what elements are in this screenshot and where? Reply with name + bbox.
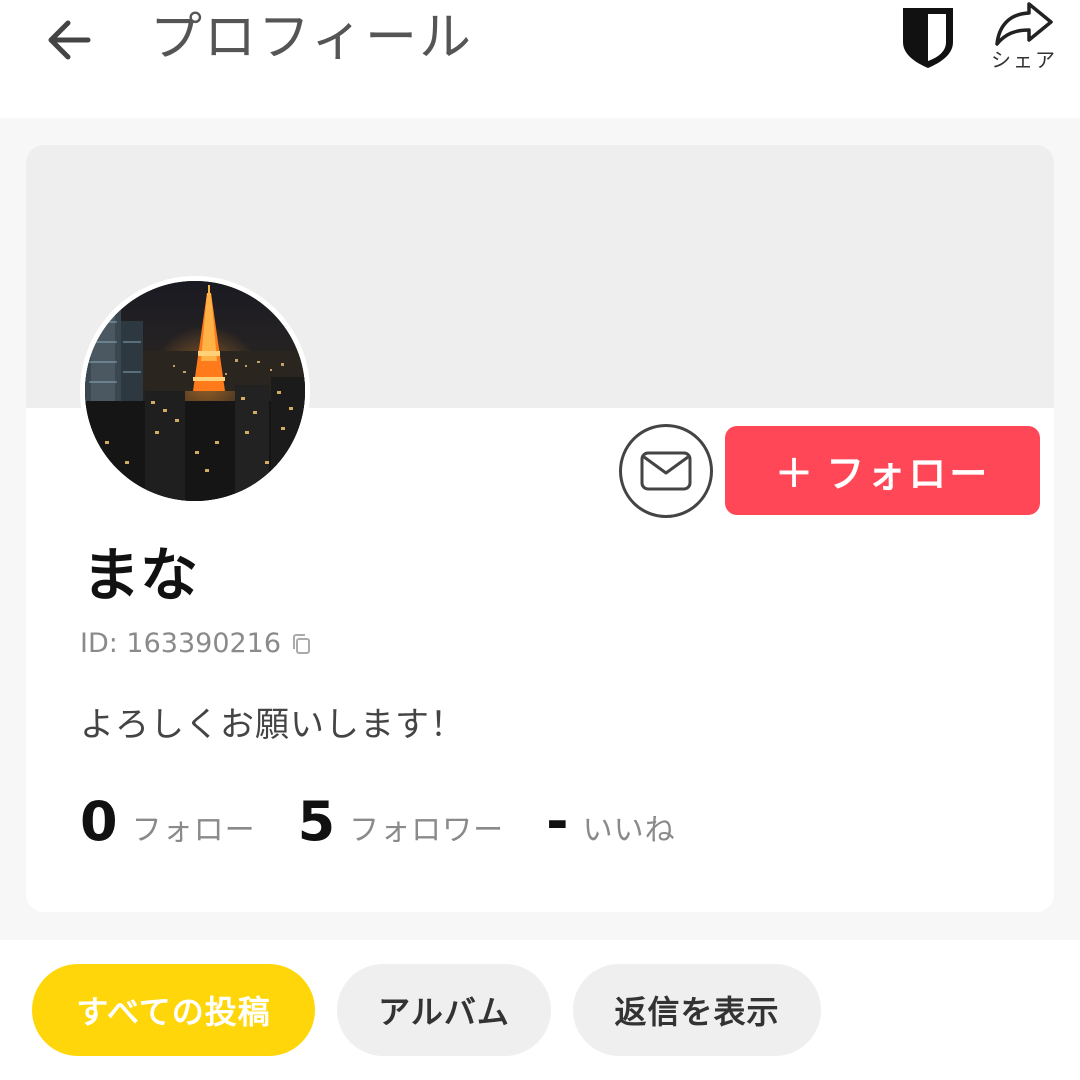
block-report-button[interactable] [898,2,958,70]
user-id: ID: 163390216 [80,628,282,659]
stat-likes-count: - [546,790,569,853]
share-label: シェア [991,48,1057,72]
follow-button-label: フォロー [826,452,991,496]
copy-icon [293,634,311,654]
stat-following-count: 0 [80,790,118,853]
post-filter-tabs: すべての投稿 アルバム 返信を表示 [32,964,843,1056]
stats-row: 0 フォロー 5 フォロワー - いいね [80,790,718,854]
follow-button[interactable]: + フォロー [725,426,1040,515]
page-title: プロフィール [150,8,473,68]
tab-all-posts[interactable]: すべての投稿 [32,964,315,1056]
back-button[interactable] [40,10,100,70]
stat-following[interactable]: 0 フォロー [80,790,256,854]
stat-followers-label: フォロワー [349,813,505,848]
tab-show-replies[interactable]: 返信を表示 [573,964,821,1056]
username: まな [82,541,199,609]
profile-card: + フォロー まな ID: 163390216 よろしくお願いします！ 0 フォ… [26,145,1054,912]
stat-likes[interactable]: - いいね [546,790,675,854]
avatar[interactable] [80,276,310,506]
stat-followers[interactable]: 5 フォロワー [298,790,505,854]
top-bar: プロフィール シェア [0,0,1080,118]
message-button[interactable] [619,424,713,518]
stat-followers-count: 5 [297,790,336,853]
arrow-left-icon [48,20,91,60]
tokyo-tower-night-avatar [85,281,305,501]
plus-icon: + [774,443,817,498]
mail-icon [640,451,692,491]
user-id-row: ID: 163390216 [80,627,313,661]
share-button[interactable]: シェア [986,0,1062,84]
tab-album[interactable]: アルバム [337,964,551,1056]
stat-likes-label: いいね [582,813,676,848]
bio: よろしくお願いします！ [80,705,465,745]
copy-id-button[interactable] [289,632,313,656]
shield-icon [903,8,953,68]
stat-following-label: フォロー [131,813,256,848]
share-arrow-icon [995,2,1053,46]
